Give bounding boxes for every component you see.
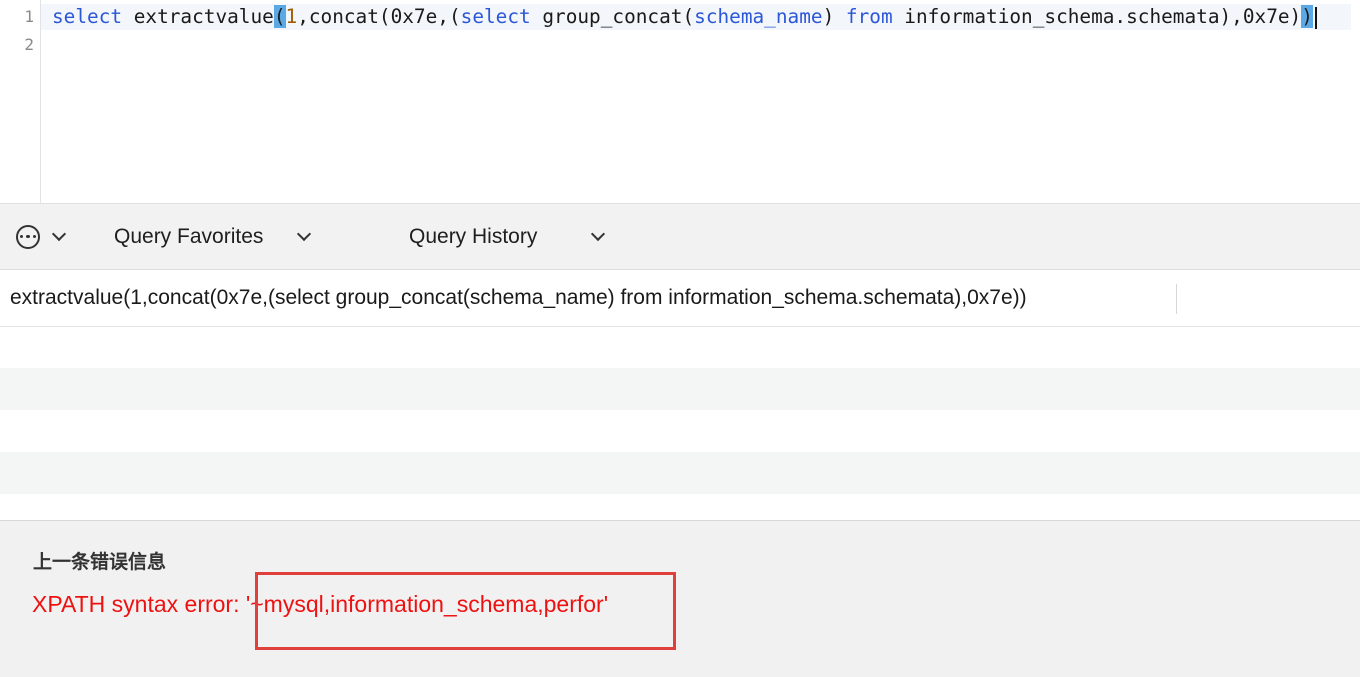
table-row (0, 410, 1360, 452)
number-token: 1 (285, 5, 298, 28)
code-token: information_schema.schemata),0x7e) (892, 5, 1302, 28)
column-header[interactable]: extractvalue(1,concat(0x7e,(select group… (10, 270, 1027, 326)
code-token: ) (822, 5, 846, 28)
keyword-select: select (460, 5, 531, 28)
code-token: group_concat( (530, 5, 695, 28)
matched-bracket-close: ) (1301, 5, 1313, 28)
error-panel-title: 上一条错误信息 (33, 551, 167, 573)
more-horizontal-icon (16, 224, 40, 249)
code-token: extractvalue (122, 5, 274, 28)
identifier-token: schema_name (694, 5, 823, 28)
query-toolbar: Query Favorites Query History (0, 204, 1360, 270)
error-panel: 上一条错误信息 XPATH syntax error: '~mysql,info… (0, 520, 1360, 677)
keyword-from: from (845, 5, 893, 28)
chevron-down-icon (297, 226, 312, 241)
line-number-gutter: 1 2 (0, 0, 41, 203)
line-number: 2 (24, 35, 34, 54)
chevron-down-icon (591, 226, 606, 241)
sql-editor[interactable]: 1 2 select extractvalue(1,concat(0x7e,(s… (0, 0, 1360, 204)
query-history-dropdown[interactable]: Query History (409, 204, 606, 269)
line-number: 1 (24, 7, 34, 26)
text-cursor (1314, 6, 1317, 29)
table-row (0, 452, 1360, 494)
query-favorites-label: Query Favorites (114, 224, 264, 248)
results-header-row: extractvalue(1,concat(0x7e,(select group… (0, 270, 1360, 327)
table-row (0, 326, 1360, 368)
keyword-select: select (52, 5, 123, 28)
code-token: ,concat(0x7e,( (297, 5, 461, 28)
query-history-label: Query History (409, 224, 538, 248)
query-favorites-dropdown[interactable]: Query Favorites (114, 204, 312, 269)
results-grid: extractvalue(1,concat(0x7e,(select group… (0, 270, 1360, 520)
chevron-down-icon (51, 226, 67, 241)
more-actions-button[interactable] (16, 204, 67, 269)
code-line-1[interactable]: select extractvalue(1,concat(0x7e,(selec… (52, 4, 1317, 30)
annotation-highlight-box (255, 572, 676, 650)
matched-bracket-open: ( (273, 5, 286, 28)
column-resize-handle[interactable] (1176, 284, 1177, 314)
table-row (0, 368, 1360, 410)
